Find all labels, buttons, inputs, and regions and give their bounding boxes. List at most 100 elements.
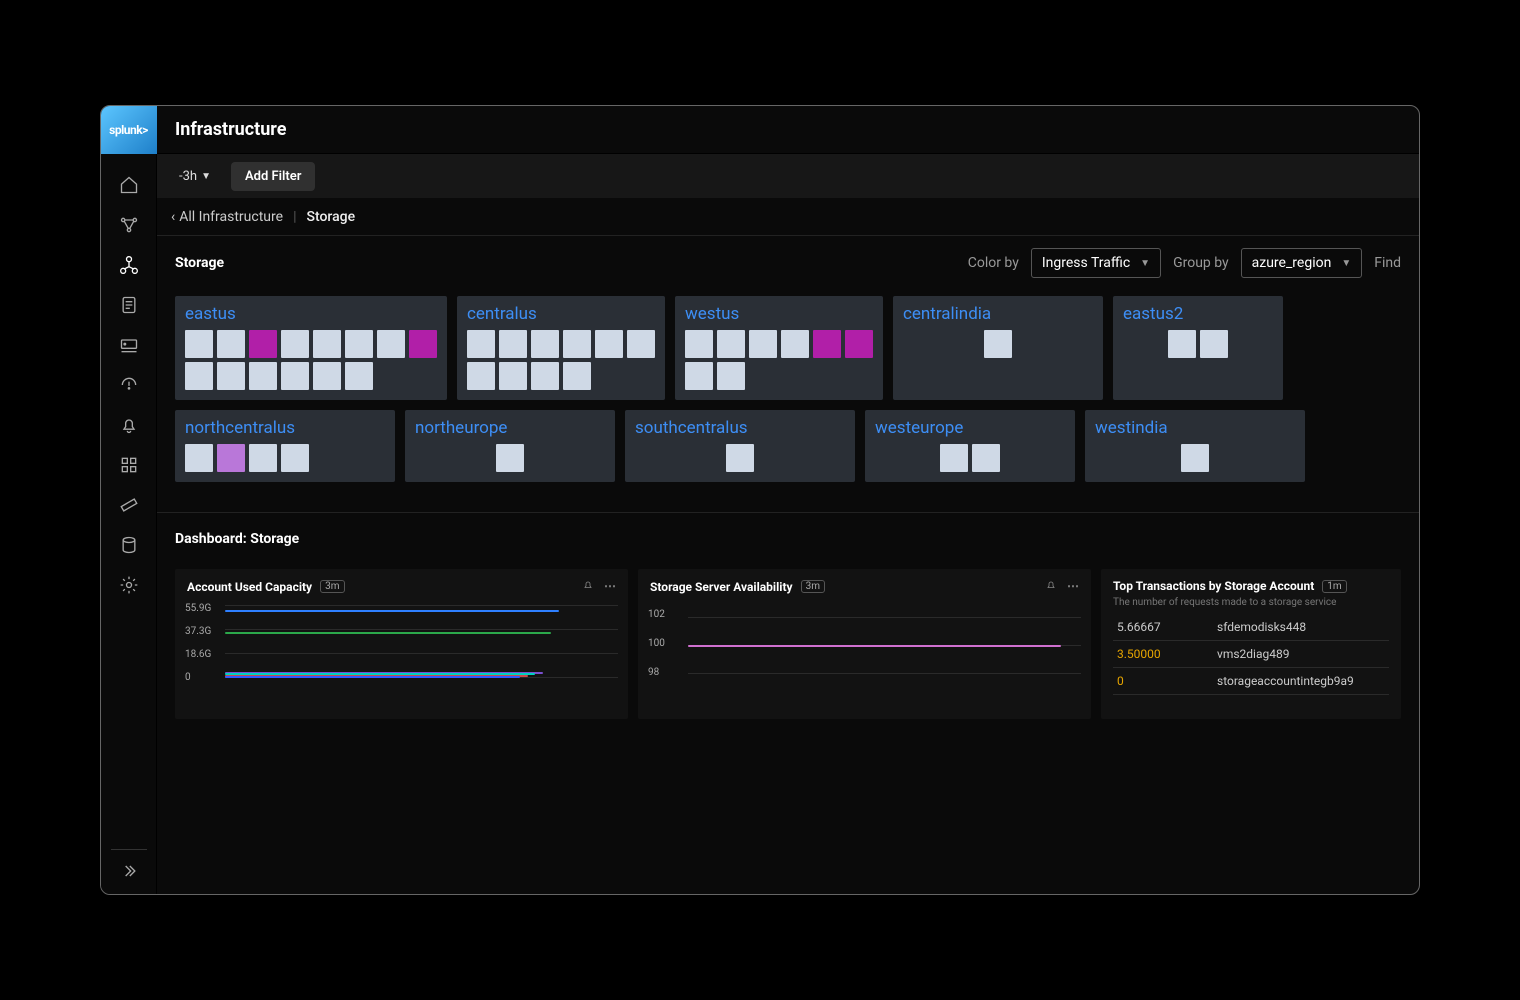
region-card[interactable]: northeurope xyxy=(405,410,615,482)
heatmap-cell[interactable] xyxy=(217,362,245,390)
database-icon[interactable] xyxy=(118,534,140,556)
heatmap-cell[interactable] xyxy=(531,362,559,390)
heatmap-cell[interactable] xyxy=(467,330,495,358)
infrastructure-icon[interactable] xyxy=(118,254,140,276)
bell-icon[interactable] xyxy=(1045,579,1057,594)
heatmap-cell[interactable] xyxy=(813,330,841,358)
table-row[interactable]: 0storageaccountintegb9a9 xyxy=(1113,668,1389,695)
color-by-dropdown[interactable]: Ingress Traffic ▼ xyxy=(1031,248,1161,278)
interval-badge: 1m xyxy=(1322,580,1346,593)
brand-logo[interactable]: splunk> xyxy=(101,106,157,154)
heatmap-cell[interactable] xyxy=(249,362,277,390)
section-title: Storage xyxy=(175,255,224,271)
heatmap-cell[interactable] xyxy=(717,362,745,390)
interval-badge: 3m xyxy=(320,580,344,593)
transactions-list: 5.66667sfdemodisks4483.50000vms2diag4890… xyxy=(1113,614,1389,695)
heatmap-cell[interactable] xyxy=(313,362,341,390)
region-label[interactable]: eastus xyxy=(185,304,437,324)
panel-title: Storage Server Availability xyxy=(650,580,793,594)
heatmap-cell[interactable] xyxy=(845,330,873,358)
heatmap-cell[interactable] xyxy=(499,330,527,358)
heatmap-cell[interactable] xyxy=(345,362,373,390)
heatmap-cell[interactable] xyxy=(940,444,968,472)
region-card[interactable]: eastus2 xyxy=(1113,296,1283,400)
heatmap-cell[interactable] xyxy=(685,362,713,390)
apps-icon[interactable] xyxy=(118,454,140,476)
region-card[interactable]: westindia xyxy=(1085,410,1305,482)
group-by-dropdown[interactable]: azure_region ▼ xyxy=(1241,248,1363,278)
heatmap-cell[interactable] xyxy=(249,330,277,358)
heatmap-cell[interactable] xyxy=(249,444,277,472)
breadcrumb-back[interactable]: ‹ All Infrastructure xyxy=(171,209,283,225)
time-range-picker[interactable]: -3h ▼ xyxy=(167,163,223,190)
heatmap-cell[interactable] xyxy=(499,362,527,390)
bell-icon[interactable] xyxy=(582,579,594,594)
region-card[interactable]: eastus xyxy=(175,296,447,400)
settings-icon[interactable] xyxy=(118,574,140,596)
region-label[interactable]: westeurope xyxy=(875,418,1065,438)
expand-nav-icon[interactable] xyxy=(118,860,140,882)
heatmap-cell[interactable] xyxy=(185,330,213,358)
home-icon[interactable] xyxy=(118,174,140,196)
region-card[interactable]: westus xyxy=(675,296,883,400)
heatmap-cell[interactable] xyxy=(627,330,655,358)
document-icon[interactable] xyxy=(118,294,140,316)
table-row[interactable]: 5.66667sfdemodisks448 xyxy=(1113,614,1389,641)
heatmap-cell[interactable] xyxy=(781,330,809,358)
graph-icon[interactable] xyxy=(118,214,140,236)
more-icon[interactable]: ⋯ xyxy=(604,579,616,594)
tx-account: vms2diag489 xyxy=(1217,647,1289,661)
heatmap-cell[interactable] xyxy=(185,362,213,390)
heatmap-cell[interactable] xyxy=(717,330,745,358)
heatmap-cell[interactable] xyxy=(726,444,754,472)
controls-row: Storage Color by Ingress Traffic ▼ Group… xyxy=(157,236,1419,286)
heatmap-cell[interactable] xyxy=(345,330,373,358)
region-card[interactable]: southcentralus xyxy=(625,410,855,482)
add-filter-button[interactable]: Add Filter xyxy=(231,162,316,191)
server-icon[interactable] xyxy=(118,334,140,356)
heatmap-cell[interactable] xyxy=(749,330,777,358)
heatmap-cell[interactable] xyxy=(595,330,623,358)
heatmap-cell[interactable] xyxy=(972,444,1000,472)
alert-icon[interactable] xyxy=(118,374,140,396)
find-label[interactable]: Find xyxy=(1374,255,1401,271)
region-card[interactable]: northcentralus xyxy=(175,410,395,482)
region-label[interactable]: northeurope xyxy=(415,418,605,438)
heatmap-cell[interactable] xyxy=(281,362,309,390)
more-icon[interactable]: ⋯ xyxy=(1067,579,1079,594)
heatmap-cell[interactable] xyxy=(531,330,559,358)
region-label[interactable]: northcentralus xyxy=(185,418,385,438)
heatmap-cell[interactable] xyxy=(685,330,713,358)
heatmap-cell[interactable] xyxy=(281,330,309,358)
chart-series xyxy=(225,676,520,678)
table-row[interactable]: 3.50000vms2diag489 xyxy=(1113,641,1389,668)
heatmap-cell[interactable] xyxy=(281,444,309,472)
heatmap-cell[interactable] xyxy=(313,330,341,358)
heatmap-cell[interactable] xyxy=(1168,330,1196,358)
heatmap-cell[interactable] xyxy=(563,362,591,390)
region-label[interactable]: westindia xyxy=(1095,418,1295,438)
region-card[interactable]: centralindia xyxy=(893,296,1103,400)
region-label[interactable]: westus xyxy=(685,304,873,324)
region-card[interactable]: centralus xyxy=(457,296,665,400)
bell-icon[interactable] xyxy=(118,414,140,436)
heatmap-cell[interactable] xyxy=(217,330,245,358)
region-label[interactable]: eastus2 xyxy=(1123,304,1273,324)
region-label[interactable]: centralus xyxy=(467,304,655,324)
heatmap-cell[interactable] xyxy=(984,330,1012,358)
heatmap-cell[interactable] xyxy=(1181,444,1209,472)
region-card[interactable]: westeurope xyxy=(865,410,1075,482)
heatmap-cell[interactable] xyxy=(217,444,245,472)
heatmap-cell[interactable] xyxy=(409,330,437,358)
y-axis-labels: 55.9G 37.3G 18.6G 0 xyxy=(185,603,211,683)
ruler-icon[interactable] xyxy=(118,494,140,516)
region-label[interactable]: southcentralus xyxy=(635,418,845,438)
heatmap-cell[interactable] xyxy=(1200,330,1228,358)
heatmap-cell[interactable] xyxy=(185,444,213,472)
region-label[interactable]: centralindia xyxy=(903,304,1093,324)
caret-down-icon: ▼ xyxy=(1140,258,1150,269)
heatmap-cell[interactable] xyxy=(377,330,405,358)
heatmap-cell[interactable] xyxy=(563,330,591,358)
heatmap-cell[interactable] xyxy=(467,362,495,390)
heatmap-cell[interactable] xyxy=(496,444,524,472)
